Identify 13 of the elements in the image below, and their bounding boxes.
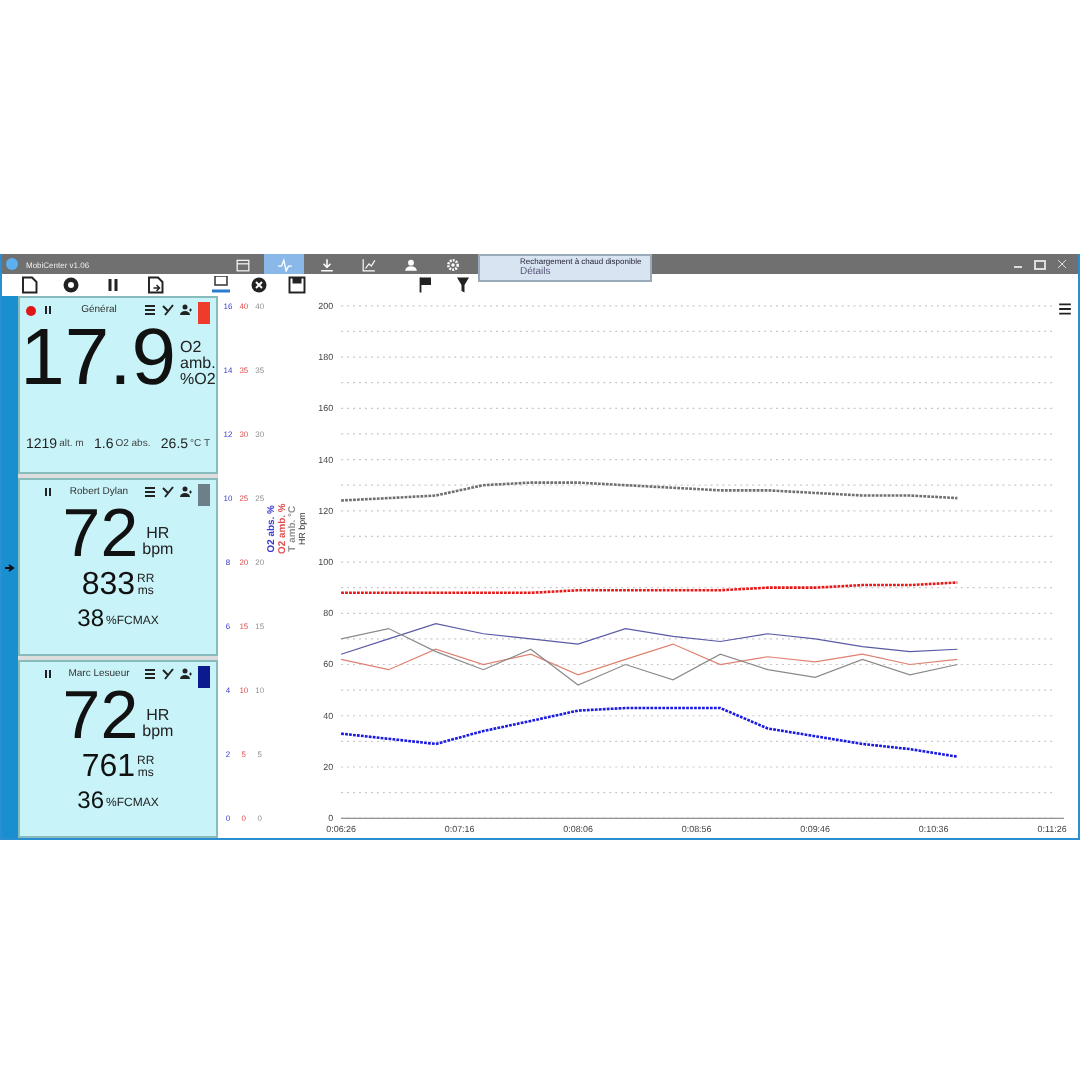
main-reading: 17.9 — [20, 318, 177, 398]
reading-value: 36 — [77, 788, 104, 814]
unit-label: bpm — [142, 724, 174, 740]
unit-label: O2 amb. — [180, 340, 216, 372]
reading-value: 833 — [81, 568, 136, 602]
main-reading: 72 — [62, 500, 139, 568]
unit-label: bpm — [142, 542, 174, 558]
reading-value: 38 — [77, 606, 104, 632]
unit-label: HR — [146, 708, 170, 724]
unit-label: %O2 — [180, 372, 216, 388]
main-reading: 72 — [62, 682, 139, 750]
unit-label: HR — [146, 526, 170, 542]
reading-value: 761 — [81, 750, 136, 784]
